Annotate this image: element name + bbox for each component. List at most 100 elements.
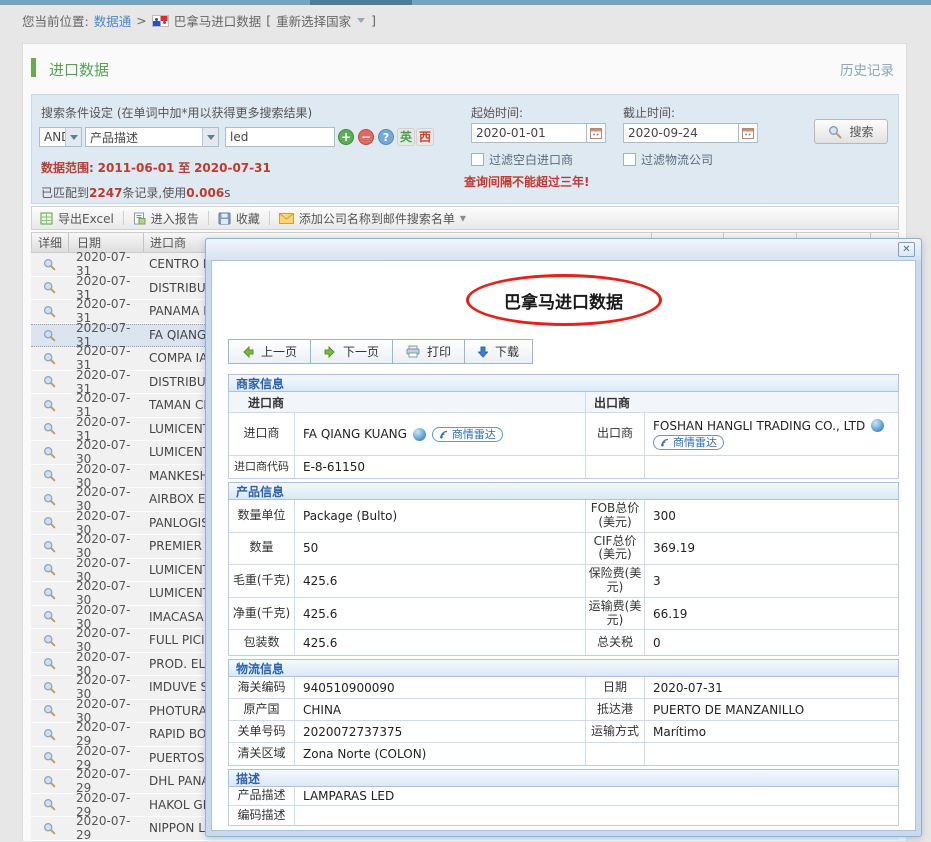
detail-cell[interactable] xyxy=(31,704,68,717)
importer-radar-badge[interactable]: 商情雷达 xyxy=(432,427,503,442)
magnifier-icon[interactable] xyxy=(43,657,56,670)
magnifier-icon[interactable] xyxy=(43,422,56,435)
calendar-icon[interactable] xyxy=(739,123,758,143)
detail-cell[interactable] xyxy=(31,540,68,553)
detail-cell[interactable] xyxy=(31,399,68,412)
english-lang-button[interactable]: 英 xyxy=(397,128,415,146)
field-value: 2020072737375 xyxy=(295,721,585,742)
field-label: 数量 xyxy=(229,533,295,565)
detail-cell[interactable] xyxy=(31,258,68,271)
detail-cell[interactable] xyxy=(31,681,68,694)
exporter-radar-badge[interactable]: 商情雷达 xyxy=(653,435,724,450)
spanish-lang-button[interactable]: 西 xyxy=(416,128,434,146)
magnifier-icon[interactable] xyxy=(43,352,56,365)
magnifier-icon[interactable] xyxy=(43,258,56,271)
table-row: 清关区域 Zona Norte (COLON) xyxy=(229,743,898,765)
field-label: 数量单位 xyxy=(229,500,295,532)
next-page-button[interactable]: 下一页 xyxy=(310,339,393,364)
magnifier-icon[interactable] xyxy=(43,469,56,482)
magnifier-icon[interactable] xyxy=(43,493,56,506)
magnifier-icon[interactable] xyxy=(43,610,56,623)
close-icon[interactable]: ✕ xyxy=(898,242,915,257)
history-link[interactable]: 历史记录 xyxy=(840,59,894,79)
magnifier-icon[interactable] xyxy=(43,704,56,717)
globe-icon[interactable] xyxy=(413,428,426,441)
prev-page-button[interactable]: 上一页 xyxy=(228,339,311,364)
search-button[interactable]: 搜索 xyxy=(814,119,888,144)
magnifier-icon[interactable] xyxy=(43,775,56,788)
add-mail-search-button[interactable]: 添加公司名称到邮件搜索名单 ▾ xyxy=(279,210,466,227)
logistics-info-section: 物流信息 海关编码 940510900090 日期 2020-07-31 原产国… xyxy=(228,659,899,766)
remove-condition-button[interactable]: − xyxy=(358,129,374,145)
detail-cell[interactable] xyxy=(31,657,68,670)
magnifier-icon[interactable] xyxy=(43,540,56,553)
col-detail[interactable]: 详细 xyxy=(32,233,69,252)
detail-cell[interactable] xyxy=(31,422,68,435)
magnifier-icon[interactable] xyxy=(43,587,56,600)
exporter-value-cell: FOSHAN HANGLI TRADING CO., LTD 商情雷达 xyxy=(645,413,898,455)
magnifier-icon[interactable] xyxy=(43,634,56,647)
detail-cell[interactable] xyxy=(31,587,68,600)
results-toolbar: 导出Excel 进入报告 收藏 添加公司名称到邮件搜索名单 ▾ xyxy=(31,206,899,230)
detail-cell[interactable] xyxy=(31,305,68,318)
magnifier-icon[interactable] xyxy=(43,798,56,811)
magnifier-icon[interactable] xyxy=(43,563,56,576)
breadcrumb-prefix: 您当前位置: xyxy=(22,11,89,30)
magnifier-icon[interactable] xyxy=(43,281,56,294)
magnifier-icon[interactable] xyxy=(43,446,56,459)
field-label: 毛重(千克) xyxy=(229,565,295,597)
detail-cell[interactable] xyxy=(31,563,68,576)
product-section-header: 产品信息 xyxy=(228,482,899,500)
field-value: CHINA xyxy=(295,699,585,720)
field-value: LAMPARAS LED xyxy=(295,787,898,805)
detail-cell[interactable] xyxy=(31,728,68,741)
table-row: 原产国 CHINA 抵达港 PUERTO DE MANZANILLO xyxy=(229,699,898,721)
magnifier-icon[interactable] xyxy=(43,375,56,388)
detail-cell[interactable] xyxy=(31,469,68,482)
bool-operator-select[interactable]: AND xyxy=(39,127,82,147)
start-date-input[interactable]: 2020-01-01 xyxy=(471,123,587,143)
report-icon xyxy=(133,212,146,225)
magnifier-icon[interactable] xyxy=(43,728,56,741)
magnifier-icon[interactable] xyxy=(43,329,56,342)
detail-cell[interactable] xyxy=(31,281,68,294)
globe-icon[interactable] xyxy=(871,419,884,432)
export-excel-button[interactable]: 导出Excel xyxy=(40,210,114,227)
enter-report-button[interactable]: 进入报告 xyxy=(133,210,199,227)
add-condition-button[interactable]: + xyxy=(338,129,354,145)
print-button[interactable]: 打印 xyxy=(392,339,465,364)
breadcrumb: 您当前位置: 数据通 > 巴拿马进口数据 [ 重新选择国家 ] xyxy=(22,11,376,30)
reselect-country-link[interactable]: 重新选择国家 xyxy=(276,11,351,30)
download-button[interactable]: 下载 xyxy=(464,339,533,364)
search-field-select[interactable]: 产品描述 xyxy=(85,127,219,147)
magnifier-icon[interactable] xyxy=(43,305,56,318)
detail-cell[interactable] xyxy=(31,516,68,529)
filter-logistics-checkbox[interactable] xyxy=(623,153,636,166)
magnifier-icon[interactable] xyxy=(43,681,56,694)
magnifier-icon[interactable] xyxy=(43,516,56,529)
breadcrumb-home-link[interactable]: 数据通 xyxy=(94,11,132,30)
detail-cell[interactable] xyxy=(31,329,68,342)
end-date-input[interactable]: 2020-09-24 xyxy=(623,123,739,143)
magnifier-icon[interactable] xyxy=(43,822,56,835)
calendar-icon[interactable] xyxy=(587,123,606,143)
detail-cell[interactable] xyxy=(31,610,68,623)
detail-cell[interactable] xyxy=(31,352,68,365)
detail-cell[interactable] xyxy=(31,775,68,788)
detail-cell[interactable] xyxy=(31,493,68,506)
keyword-input[interactable]: led xyxy=(225,127,335,147)
col-date[interactable]: 日期 xyxy=(69,233,144,252)
help-button[interactable]: ? xyxy=(378,129,394,145)
detail-cell[interactable] xyxy=(31,634,68,647)
detail-cell[interactable] xyxy=(31,822,68,835)
magnifier-icon[interactable] xyxy=(43,399,56,412)
detail-cell[interactable] xyxy=(31,751,68,764)
detail-cell[interactable] xyxy=(31,798,68,811)
detail-cell[interactable] xyxy=(31,375,68,388)
empty-label xyxy=(585,456,645,478)
detail-cell[interactable] xyxy=(31,446,68,459)
range-to: 2020-07-31 xyxy=(194,161,271,175)
favorite-button[interactable]: 收藏 xyxy=(218,210,260,227)
filter-blank-importer-checkbox[interactable] xyxy=(471,153,484,166)
magnifier-icon[interactable] xyxy=(43,751,56,764)
